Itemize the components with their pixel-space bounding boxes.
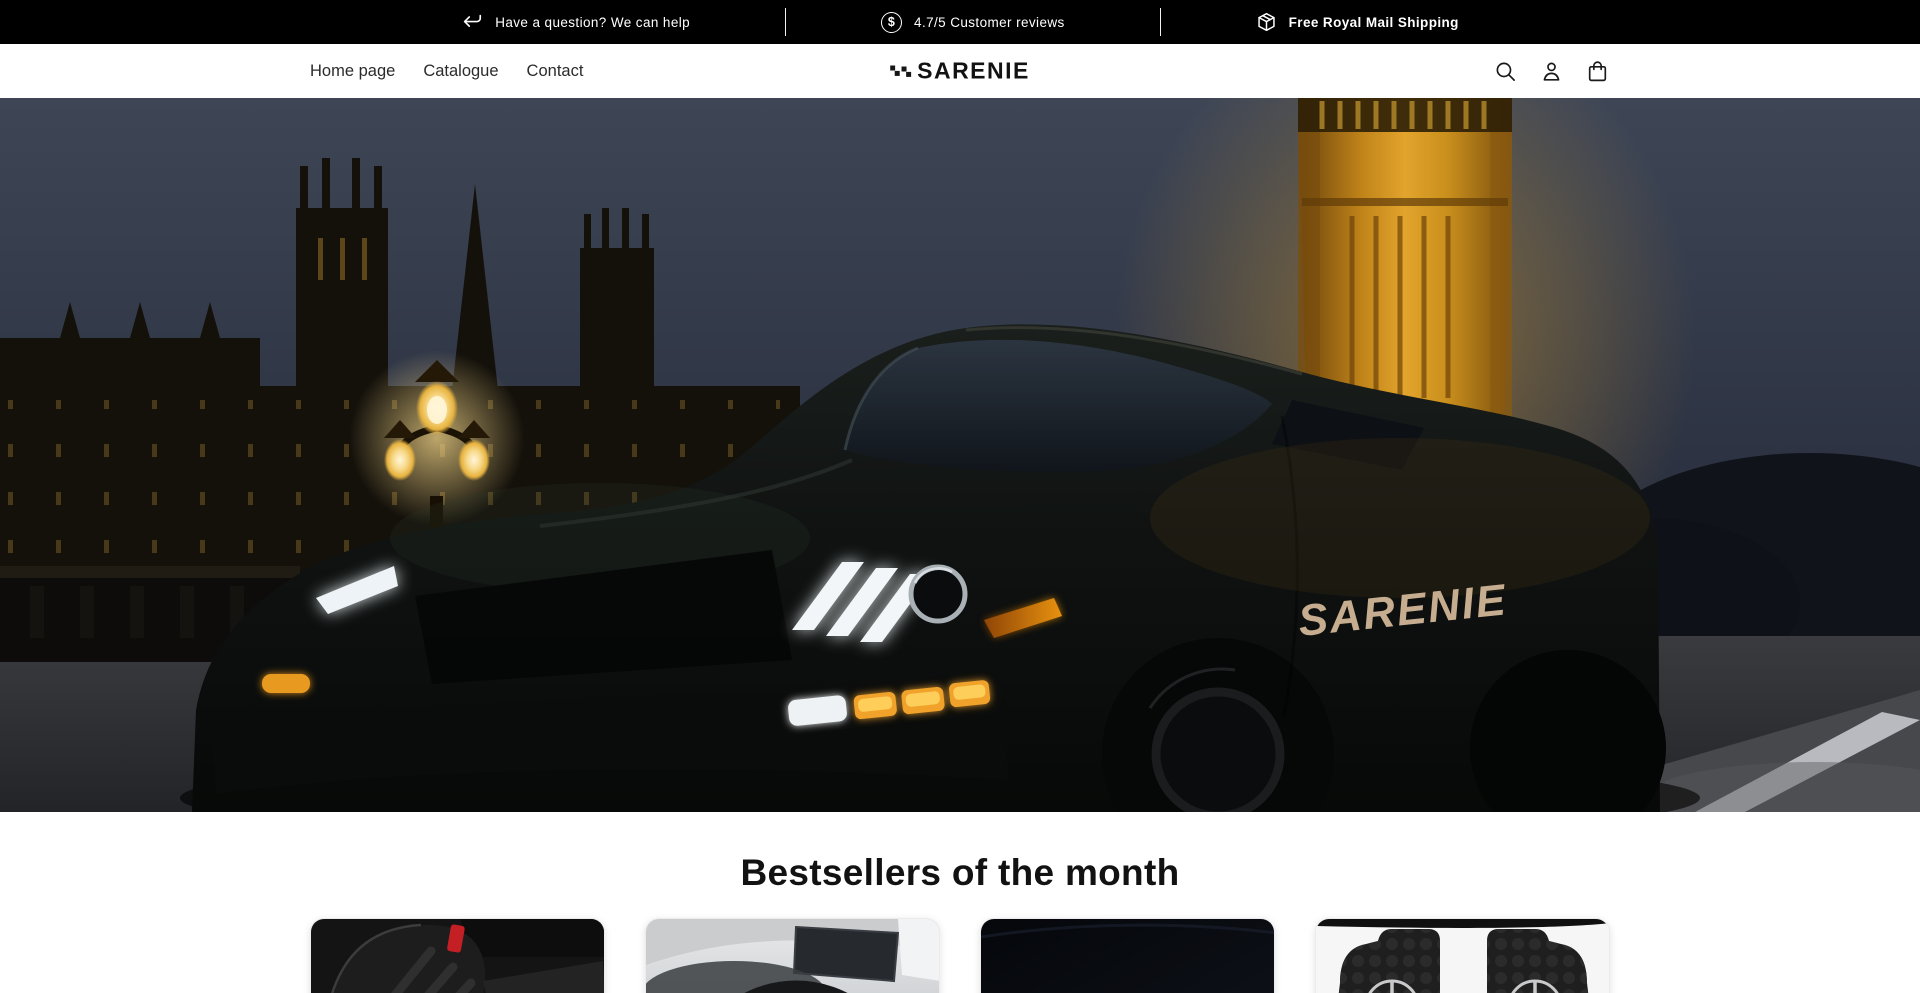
announcement-reviews: $ 4.7/5 Customer reviews <box>786 12 1160 33</box>
return-arrow-icon <box>461 12 483 32</box>
announcement-help-text: Have a question? We can help <box>495 15 690 30</box>
announcement-shipping-text: Free Royal Mail Shipping <box>1289 15 1459 30</box>
logo[interactable]: SARENIE <box>890 58 1030 85</box>
left-fog-light <box>262 674 310 693</box>
bestsellers-section: Bestsellers of the month <box>0 812 1920 993</box>
cart-icon[interactable] <box>1585 59 1610 84</box>
announcement-divider <box>785 8 786 36</box>
account-icon[interactable] <box>1539 59 1564 84</box>
announcement-reviews-text: 4.7/5 Customer reviews <box>914 15 1065 30</box>
main-header: Home page Catalogue Contact SARENIE <box>0 44 1920 98</box>
announcement-items: Have a question? We can help $ 4.7/5 Cus… <box>366 0 1554 44</box>
header-icons <box>1493 59 1610 84</box>
product-card-floor-mats[interactable] <box>1315 918 1610 993</box>
nav-home-page[interactable]: Home page <box>310 62 395 80</box>
bestsellers-heading: Bestsellers of the month <box>0 852 1920 894</box>
product-image-dark-glow <box>981 919 1275 993</box>
logo-text: SARENIE <box>917 58 1030 85</box>
nav-contact[interactable]: Contact <box>527 62 584 80</box>
hero-image: SARENIE <box>0 98 1920 812</box>
package-icon <box>1256 11 1277 33</box>
dollar-circle-icon: $ <box>881 12 902 33</box>
announcement-bar: Have a question? We can help $ 4.7/5 Cus… <box>0 0 1920 44</box>
page: Have a question? We can help $ 4.7/5 Cus… <box>0 0 1920 993</box>
product-card-dark-glow[interactable] <box>980 918 1275 993</box>
main-nav: Home page Catalogue Contact <box>310 62 583 81</box>
product-image-seat-covers <box>311 919 605 993</box>
search-icon[interactable] <box>1493 59 1518 84</box>
product-card-steering-wheel[interactable] <box>645 918 940 993</box>
announcement-help[interactable]: Have a question? We can help <box>366 12 785 32</box>
product-image-floor-mats <box>1316 919 1610 993</box>
checkered-flag-icon <box>890 64 912 78</box>
nav-catalogue[interactable]: Catalogue <box>423 62 498 80</box>
announcement-divider <box>1160 8 1161 36</box>
product-grid <box>310 918 1610 993</box>
hero-banner: SARENIE <box>0 98 1920 812</box>
announcement-shipping: Free Royal Mail Shipping <box>1161 11 1554 33</box>
product-card-seat-covers[interactable] <box>310 918 605 993</box>
product-image-steering-wheel <box>646 919 940 993</box>
